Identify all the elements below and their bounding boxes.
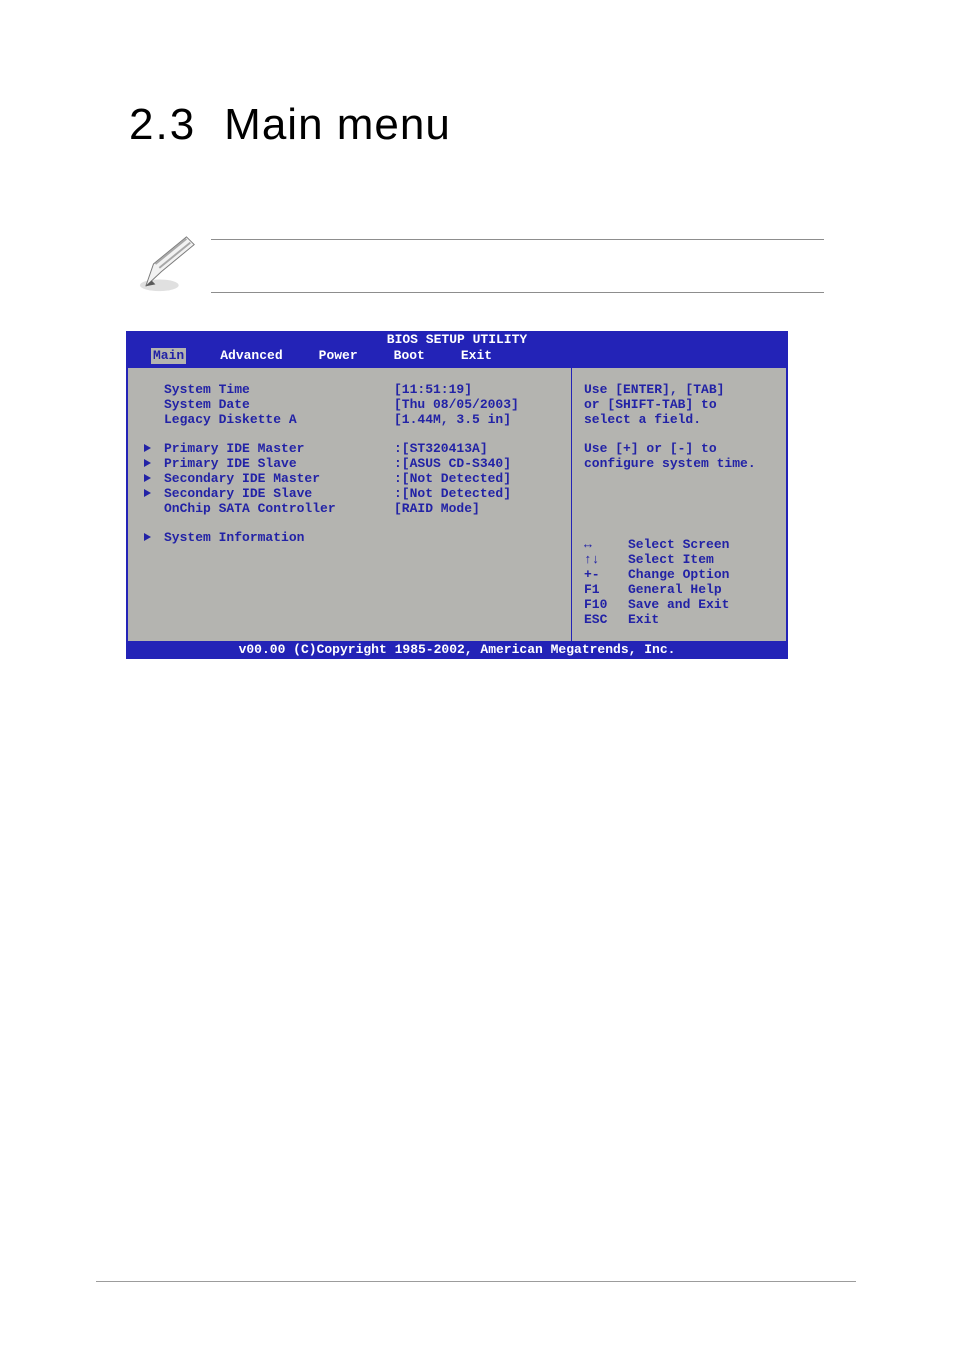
row-primary-ide-master[interactable]: Primary IDE Master :[ST320413A] — [142, 441, 561, 456]
nav-label: Select Item — [628, 552, 714, 567]
tab-exit[interactable]: Exit — [459, 348, 494, 364]
row-system-information[interactable]: System Information — [142, 530, 561, 545]
label-secondary-ide-slave: Secondary IDE Slave — [164, 486, 394, 501]
section-title: Main menu — [224, 100, 451, 149]
nav-label: Save and Exit — [628, 597, 729, 612]
nav-label: General Help — [628, 582, 722, 597]
value-system-date: [Thu 08/05/2003] — [394, 397, 519, 412]
row-secondary-ide-master[interactable]: Secondary IDE Master :[Not Detected] — [142, 471, 561, 486]
row-secondary-ide-slave[interactable]: Secondary IDE Slave :[Not Detected] — [142, 486, 561, 501]
nav-key-esc: ESC — [584, 612, 628, 627]
bios-menu-bar: Main Advanced Power Boot Exit — [127, 348, 787, 366]
value-primary-ide-slave: :[ASUS CD-S340] — [394, 456, 511, 471]
tab-advanced[interactable]: Advanced — [218, 348, 284, 364]
bios-help-text: Use [ENTER], [TAB] or [SHIFT-TAB] to sel… — [584, 382, 776, 471]
nav-key-arrows-lr-icon: ↔ — [584, 537, 628, 552]
value-secondary-ide-slave: :[Not Detected] — [394, 486, 511, 501]
help-line: Use [+] or [-] to — [584, 441, 776, 456]
label-system-date: System Date — [164, 397, 394, 412]
nav-label: Select Screen — [628, 537, 729, 552]
nav-change-option: +- Change Option — [584, 567, 776, 582]
submenu-arrow-icon — [142, 456, 164, 471]
value-system-time: [11:51:19] — [394, 382, 472, 397]
label-legacy-diskette-a: Legacy Diskette A — [164, 412, 394, 427]
note-pencil-icon — [138, 232, 200, 294]
submenu-arrow-icon — [142, 486, 164, 501]
row-legacy-diskette-a[interactable]: Legacy Diskette A [1.44M, 3.5 in] — [142, 412, 561, 427]
help-line: select a field. — [584, 412, 776, 427]
section-number: 2.3 — [129, 100, 196, 149]
tab-main[interactable]: Main — [151, 348, 186, 364]
row-system-time[interactable]: System Time [11:51:19] — [142, 382, 561, 397]
row-primary-ide-slave[interactable]: Primary IDE Slave :[ASUS CD-S340] — [142, 456, 561, 471]
nav-label: Exit — [628, 612, 659, 627]
bios-footer: v00.00 (C)Copyright 1985-2002, American … — [127, 642, 787, 658]
label-primary-ide-slave: Primary IDE Slave — [164, 456, 394, 471]
section-heading: 2.3 Main menu — [129, 100, 451, 150]
label-secondary-ide-master: Secondary IDE Master — [164, 471, 394, 486]
bios-help-panel: Use [ENTER], [TAB] or [SHIFT-TAB] to sel… — [571, 366, 787, 642]
tab-power[interactable]: Power — [317, 348, 360, 364]
bios-nav-legend: ↔ Select Screen ↑↓ Select Item +- Change… — [584, 537, 776, 627]
label-primary-ide-master: Primary IDE Master — [164, 441, 394, 456]
nav-key-f1: F1 — [584, 582, 628, 597]
label-onchip-sata: OnChip SATA Controller — [164, 501, 394, 516]
value-onchip-sata: [RAID Mode] — [394, 501, 480, 516]
page-footer-rule — [96, 1281, 856, 1282]
bios-main-panel: System Time [11:51:19] System Date [Thu … — [127, 366, 571, 642]
submenu-arrow-icon — [142, 471, 164, 486]
nav-save-exit: F10 Save and Exit — [584, 597, 776, 612]
bios-title: BIOS SETUP UTILITY — [127, 332, 787, 348]
bios-screen: BIOS SETUP UTILITY Main Advanced Power B… — [126, 331, 788, 659]
nav-key-f10: F10 — [584, 597, 628, 612]
help-line: or [SHIFT-TAB] to — [584, 397, 776, 412]
nav-select-item: ↑↓ Select Item — [584, 552, 776, 567]
submenu-arrow-icon — [142, 530, 164, 545]
row-system-date[interactable]: System Date [Thu 08/05/2003] — [142, 397, 561, 412]
nav-select-screen: ↔ Select Screen — [584, 537, 776, 552]
help-line: configure system time. — [584, 456, 776, 471]
label-system-information: System Information — [164, 530, 394, 545]
nav-key-plus-minus: +- — [584, 567, 628, 582]
note-rules — [211, 239, 824, 291]
tab-boot[interactable]: Boot — [392, 348, 427, 364]
nav-key-arrows-ud-icon: ↑↓ — [584, 552, 628, 567]
value-secondary-ide-master: :[Not Detected] — [394, 471, 511, 486]
value-legacy-diskette-a: [1.44M, 3.5 in] — [394, 412, 511, 427]
nav-exit: ESC Exit — [584, 612, 776, 627]
nav-label: Change Option — [628, 567, 729, 582]
label-system-time: System Time — [164, 382, 394, 397]
help-line: Use [ENTER], [TAB] — [584, 382, 776, 397]
nav-general-help: F1 General Help — [584, 582, 776, 597]
submenu-arrow-icon — [142, 441, 164, 456]
row-onchip-sata[interactable]: OnChip SATA Controller [RAID Mode] — [142, 501, 561, 516]
value-primary-ide-master: :[ST320413A] — [394, 441, 488, 456]
